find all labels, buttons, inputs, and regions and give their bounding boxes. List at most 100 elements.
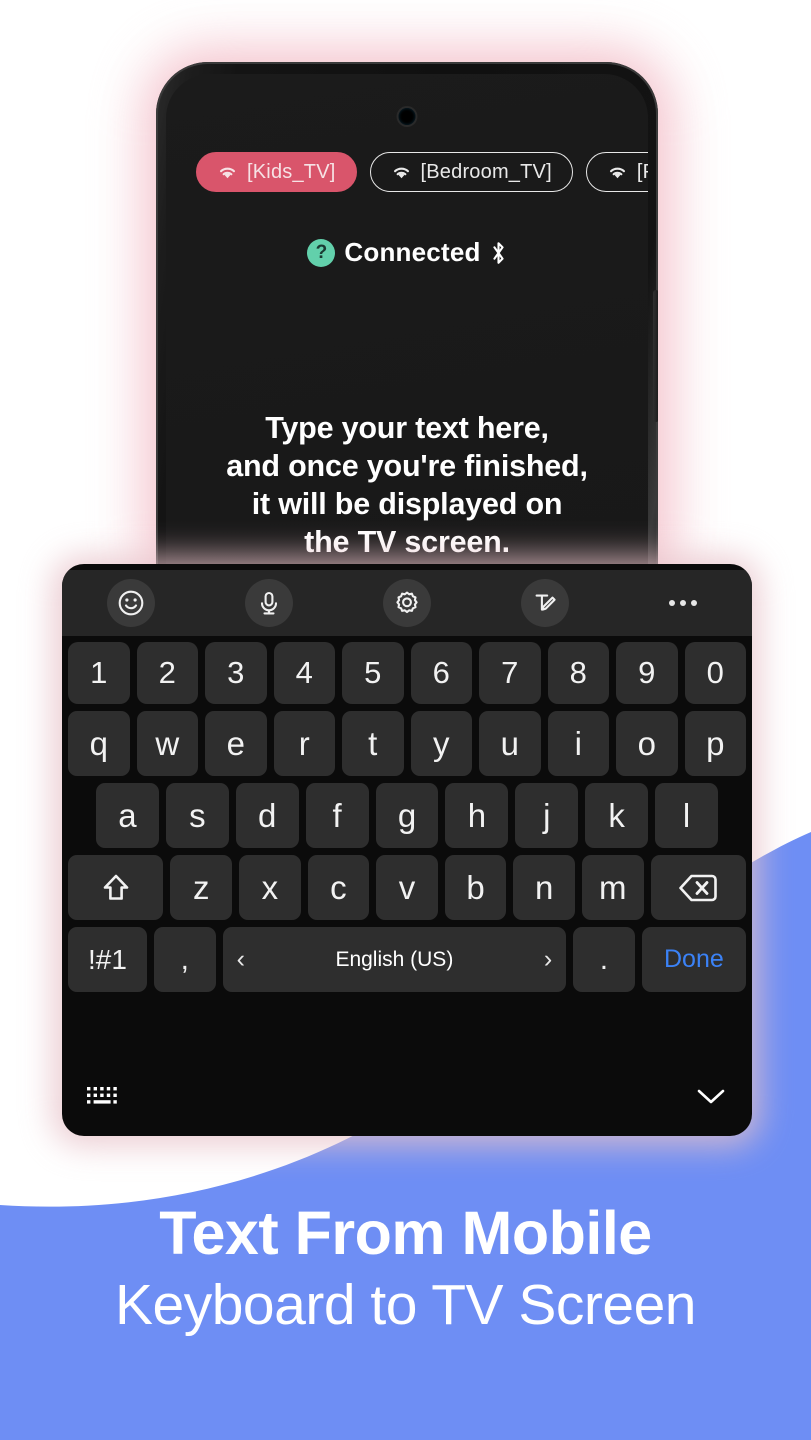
next-language-icon[interactable]: › bbox=[530, 945, 566, 974]
device-chip-label: [Bedroom_TV] bbox=[420, 160, 552, 183]
key-1[interactable]: 1 bbox=[68, 642, 130, 704]
hint-line: Type your text here, bbox=[265, 411, 549, 445]
hide-keyboard-button[interactable] bbox=[694, 1085, 728, 1112]
marketing-footer: Text From Mobile Keyboard to TV Screen bbox=[0, 1196, 811, 1340]
key-w[interactable]: w bbox=[136, 711, 198, 776]
keyboard-toolbar bbox=[62, 570, 752, 636]
key-f[interactable]: f bbox=[305, 783, 369, 848]
screenshot-root: [Kids_TV] [Bedroom_TV] [? Connected Typ… bbox=[0, 0, 811, 1440]
keyboard-row-numbers: 1 2 3 4 5 6 7 8 9 0 bbox=[62, 642, 752, 704]
device-chip-bedroom-tv[interactable]: [Bedroom_TV] bbox=[369, 152, 573, 192]
keyboard-rows: 1 2 3 4 5 6 7 8 9 0 q w e r t y u i o p … bbox=[62, 642, 752, 999]
status-badge: Connected bbox=[344, 237, 481, 267]
microphone-icon bbox=[260, 591, 278, 615]
key-t[interactable]: t bbox=[342, 711, 404, 776]
connection-status: ? Connected bbox=[166, 237, 648, 268]
keyboard-row-function: !#1 , ‹ English (US) › . Done bbox=[62, 927, 752, 992]
toolbar-slot-handwriting bbox=[476, 579, 614, 627]
key-9[interactable]: 9 bbox=[616, 642, 678, 704]
more-options-button[interactable] bbox=[659, 579, 707, 627]
language-label: English (US) bbox=[335, 947, 454, 971]
shift-key[interactable] bbox=[68, 855, 164, 920]
symbols-key[interactable]: !#1 bbox=[68, 927, 147, 992]
key-a[interactable]: a bbox=[96, 783, 159, 848]
key-u[interactable]: u bbox=[479, 711, 541, 776]
settings-button[interactable] bbox=[383, 579, 431, 627]
key-p[interactable]: p bbox=[684, 711, 746, 776]
hint-line: and once you're finished, bbox=[226, 449, 588, 483]
key-l[interactable]: l bbox=[655, 783, 719, 848]
help-icon[interactable]: ? bbox=[307, 238, 336, 267]
emoji-icon bbox=[118, 590, 144, 616]
keyboard-row-home: a s d f g h j k l bbox=[62, 783, 752, 848]
key-k[interactable]: k bbox=[585, 783, 649, 848]
keyboard-row-bottom: z x c v b n m bbox=[62, 855, 752, 920]
keyboard-bottom-bar bbox=[62, 1060, 752, 1136]
key-z[interactable]: z bbox=[170, 855, 233, 920]
key-6[interactable]: 6 bbox=[410, 642, 472, 704]
period-key[interactable]: . bbox=[573, 927, 635, 992]
space-key[interactable]: ‹ English (US) › bbox=[222, 927, 567, 992]
more-options-icon bbox=[669, 600, 697, 606]
key-m[interactable]: m bbox=[581, 855, 644, 920]
key-g[interactable]: g bbox=[375, 783, 439, 848]
key-x[interactable]: x bbox=[239, 855, 301, 920]
key-y[interactable]: y bbox=[410, 711, 472, 776]
device-chip-label: [Pa bbox=[636, 160, 648, 183]
on-screen-keyboard: 1 2 3 4 5 6 7 8 9 0 q w e r t y u i o p … bbox=[62, 564, 752, 1136]
key-j[interactable]: j bbox=[515, 783, 579, 848]
key-c[interactable]: c bbox=[307, 855, 370, 920]
key-2[interactable]: 2 bbox=[136, 642, 198, 704]
toolbar-slot-more bbox=[614, 579, 752, 627]
phone-screen: [Kids_TV] [Bedroom_TV] [? Connected Typ… bbox=[166, 74, 648, 622]
key-0[interactable]: 0 bbox=[684, 642, 746, 704]
device-chip-list: [Kids_TV] [Bedroom_TV] [ bbox=[196, 152, 648, 192]
wifi-icon bbox=[393, 167, 409, 179]
key-h[interactable]: h bbox=[445, 783, 509, 848]
footer-headline: Text From Mobile bbox=[159, 1199, 652, 1267]
keyboard-row-top: q w e r t y u i o p bbox=[62, 711, 752, 776]
device-chip-kids-tv[interactable]: [Kids_TV] bbox=[196, 152, 357, 192]
handwriting-button[interactable] bbox=[521, 579, 569, 627]
wifi-icon bbox=[609, 167, 625, 179]
key-i[interactable]: i bbox=[547, 711, 609, 776]
microphone-button[interactable] bbox=[245, 579, 293, 627]
gear-icon bbox=[396, 591, 418, 614]
key-b[interactable]: b bbox=[444, 855, 507, 920]
key-8[interactable]: 8 bbox=[547, 642, 609, 704]
key-o[interactable]: o bbox=[616, 711, 678, 776]
keyboard-layout-button[interactable] bbox=[86, 1085, 120, 1112]
keyboard-layout-icon bbox=[87, 1086, 117, 1104]
key-3[interactable]: 3 bbox=[205, 642, 267, 704]
hint-text: Type your text here, and once you're fin… bbox=[166, 409, 648, 561]
key-q[interactable]: q bbox=[68, 711, 130, 776]
backspace-icon bbox=[679, 874, 718, 901]
wifi-icon bbox=[219, 167, 236, 179]
device-chip-partial[interactable]: [Pa bbox=[585, 152, 648, 192]
toolbar-slot-emoji bbox=[62, 579, 200, 627]
shift-icon bbox=[103, 874, 129, 900]
prev-language-icon[interactable]: ‹ bbox=[223, 945, 259, 974]
comma-key[interactable]: , bbox=[153, 927, 216, 992]
key-r[interactable]: r bbox=[273, 711, 335, 776]
toolbar-slot-settings bbox=[338, 579, 476, 627]
toolbar-slot-microphone bbox=[200, 579, 338, 627]
done-key[interactable]: Done bbox=[641, 927, 747, 992]
footer-subheadline: Keyboard to TV Screen bbox=[115, 1273, 696, 1337]
emoji-button[interactable] bbox=[107, 579, 155, 627]
phone-device: [Kids_TV] [Bedroom_TV] [? Connected Typ… bbox=[156, 62, 658, 622]
phone-side-button[interactable] bbox=[653, 290, 658, 422]
key-4[interactable]: 4 bbox=[273, 642, 335, 704]
key-n[interactable]: n bbox=[513, 855, 575, 920]
backspace-key[interactable] bbox=[650, 855, 746, 920]
chevron-down-icon bbox=[697, 1089, 725, 1103]
key-e[interactable]: e bbox=[205, 711, 267, 776]
key-5[interactable]: 5 bbox=[342, 642, 404, 704]
key-d[interactable]: d bbox=[235, 783, 299, 848]
key-v[interactable]: v bbox=[376, 855, 438, 920]
device-chip-label: [Kids_TV] bbox=[247, 160, 336, 183]
key-s[interactable]: s bbox=[165, 783, 229, 848]
bluetooth-icon bbox=[492, 241, 504, 264]
hint-line: it will be displayed on bbox=[251, 487, 563, 521]
key-7[interactable]: 7 bbox=[479, 642, 541, 704]
